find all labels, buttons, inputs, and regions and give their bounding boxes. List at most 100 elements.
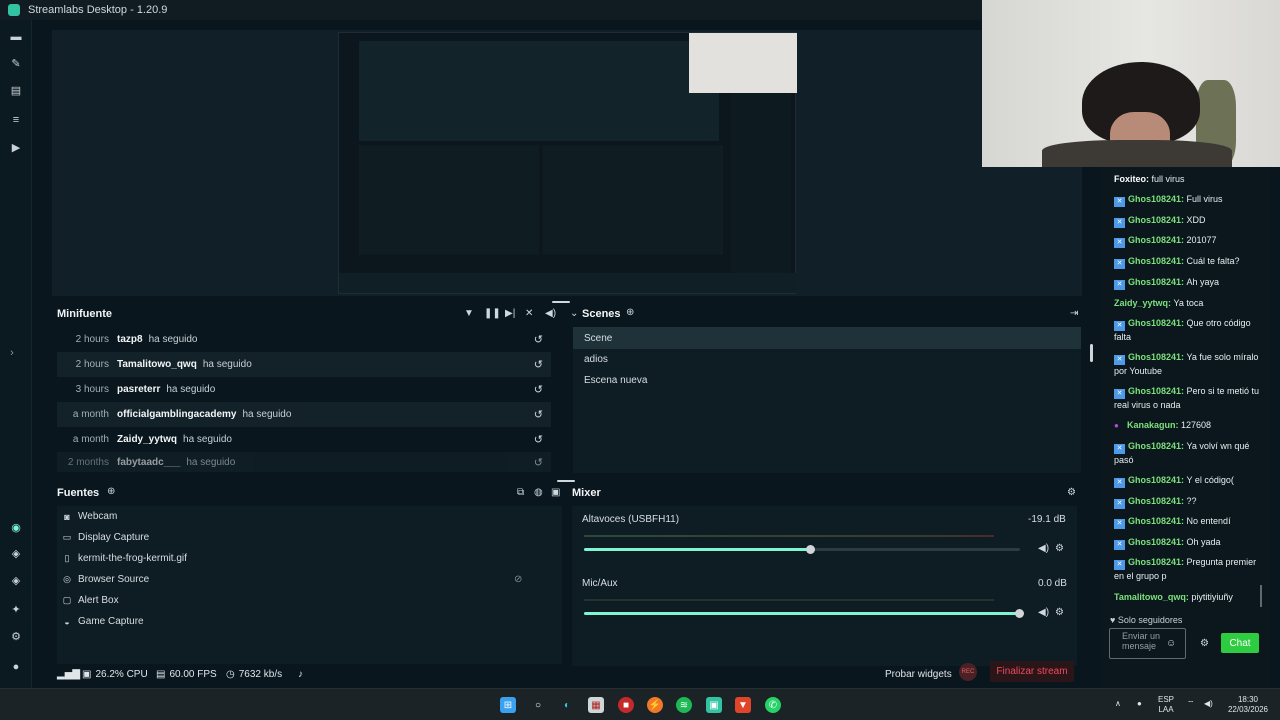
rec-button[interactable]: REC xyxy=(959,663,977,681)
mute-alerts-icon[interactable]: ✕ xyxy=(525,308,533,319)
play-icon[interactable]: ▶ xyxy=(9,141,23,155)
replay-icon[interactable]: ↺ xyxy=(534,358,543,371)
test-widgets-button[interactable]: Probar widgets xyxy=(885,669,952,680)
themes-icon[interactable]: ✎ xyxy=(9,57,23,71)
chat-username[interactable]: Ghos108241: xyxy=(1128,386,1187,396)
replay-icon[interactable]: ↺ xyxy=(534,433,543,446)
chat-send-button[interactable]: Chat xyxy=(1221,633,1259,653)
scene-transitions-icon[interactable]: ⇥ xyxy=(1070,308,1078,319)
folder-icon[interactable]: ▣ xyxy=(551,487,560,498)
speaker-icon[interactable]: ◀) xyxy=(1038,543,1049,554)
add-scene-icon[interactable]: ⊕ xyxy=(626,307,634,318)
emote-icon[interactable]: ☺ xyxy=(1166,638,1176,649)
scene-item[interactable]: adios xyxy=(573,348,1081,370)
user-icon[interactable]: ● xyxy=(9,660,23,674)
clock[interactable]: 18:30 22/03/2026 xyxy=(1226,695,1270,715)
chat-panel: Foxiteo: full virus ✕ Ghos108241: Full vir… xyxy=(1100,167,1270,690)
user-badge-icon: ✕ xyxy=(1114,519,1125,529)
channel-settings-icon[interactable]: ⚙ xyxy=(1055,607,1064,618)
chat-resize-handle[interactable] xyxy=(1090,344,1093,362)
snipping-tool-icon[interactable]: ▦ xyxy=(588,697,604,713)
scene-item[interactable]: Escena nueva xyxy=(573,369,1081,391)
mixer-panel: Mixer ⚙ Altavoces (USBFH11) -19.1 dB ◀) … xyxy=(570,482,1082,666)
chat-username[interactable]: Ghos108241: xyxy=(1128,194,1187,204)
replay-icon[interactable]: ↺ xyxy=(534,408,543,421)
replay-icon[interactable]: ↺ xyxy=(534,383,543,396)
chat-username[interactable]: Ghos108241: xyxy=(1128,475,1187,485)
collapse-icon[interactable]: ⌄ xyxy=(570,308,578,319)
chat-settings-icon[interactable]: ⚙ xyxy=(1200,638,1209,649)
app-orange-icon[interactable]: ⚡ xyxy=(647,697,663,713)
volume-icon[interactable]: ◀) xyxy=(545,308,556,319)
wifi-icon[interactable]: ⌔ xyxy=(1187,699,1195,709)
spotify-icon[interactable]: ≋ xyxy=(676,697,692,713)
source-item[interactable]: ◒ Game Capture xyxy=(62,611,143,632)
skip-icon[interactable]: ▶| xyxy=(505,308,515,319)
app-icon-1[interactable]: ◉ xyxy=(9,521,23,535)
channel-settings-icon[interactable]: ⚙ xyxy=(1055,543,1064,554)
language-indicator[interactable]: ESP LAA xyxy=(1158,695,1174,715)
layers-icon[interactable]: ≡ xyxy=(9,113,23,127)
chat-text: Ah yaya xyxy=(1186,277,1220,287)
volume-tray-icon[interactable]: ◀) xyxy=(1204,699,1213,709)
end-stream-button[interactable]: Finalizar stream xyxy=(990,661,1074,682)
editor-icon[interactable]: ▬ xyxy=(9,30,23,44)
notification-bell-icon[interactable]: ♪ xyxy=(298,669,303,680)
chat-message: ✕ Ghos108241: No entendí xyxy=(1114,515,1260,529)
chat-username[interactable]: Tamalitowo_qwq: xyxy=(1114,592,1191,602)
chat-scrollbar[interactable] xyxy=(1260,585,1262,607)
windows-start-icon[interactable]: ⊞ xyxy=(500,697,516,713)
source-item[interactable]: ▭ Display Capture xyxy=(62,527,149,548)
volume-slider[interactable] xyxy=(584,609,1024,618)
chat-username[interactable]: Ghos108241: xyxy=(1128,557,1187,567)
app-icon-2[interactable]: ◈ xyxy=(9,547,23,561)
source-item[interactable]: ▢ Alert Box xyxy=(62,590,119,611)
resize-handle[interactable] xyxy=(552,301,570,303)
chat-username[interactable]: Ghos108241: xyxy=(1128,441,1187,451)
group-icon[interactable]: ⧉ xyxy=(517,487,524,498)
chat-username[interactable]: Ghos108241: xyxy=(1128,318,1187,328)
chat-username[interactable]: Ghos108241: xyxy=(1128,537,1187,547)
volume-slider[interactable] xyxy=(584,545,1020,554)
settings-icon[interactable]: ⚙ xyxy=(9,630,23,644)
mixer-settings-icon[interactable]: ⚙ xyxy=(1067,487,1076,498)
replay-icon[interactable]: ↺ xyxy=(534,333,543,346)
stream-preview[interactable] xyxy=(52,30,1082,296)
add-source-icon[interactable]: ⊕ xyxy=(107,486,115,497)
chat-username[interactable]: Foxiteo: xyxy=(1114,174,1152,184)
replay-icon[interactable]: ↺ xyxy=(534,456,543,469)
chat-username[interactable]: Ghos108241: xyxy=(1128,496,1187,506)
chat-username[interactable]: Ghos108241: xyxy=(1128,277,1187,287)
fps-stat: ▤ 60.00 FPS xyxy=(156,668,217,680)
sparkle-icon[interactable]: ✦ xyxy=(9,603,23,617)
search-icon[interactable]: ○ xyxy=(530,697,546,713)
app-icon-3[interactable]: ◈ xyxy=(9,574,23,588)
source-item[interactable]: ◙ Webcam xyxy=(62,506,117,527)
expand-nav-icon[interactable]: › xyxy=(5,346,19,360)
scene-item[interactable]: Scene xyxy=(573,327,1081,349)
chat-username[interactable]: Ghos108241: xyxy=(1128,215,1187,225)
user-badge-icon: ✕ xyxy=(1114,478,1125,488)
tray-chevron-icon[interactable]: ∧ xyxy=(1115,699,1121,709)
filter-icon[interactable]: ▼ xyxy=(464,308,474,319)
streamlabs-taskbar-icon[interactable]: ▣ xyxy=(706,697,722,713)
speaker-icon[interactable]: ◀) xyxy=(1038,607,1049,618)
source-settings-icon[interactable]: ◍ xyxy=(534,487,543,498)
pause-icon[interactable]: ❚❚ xyxy=(484,308,501,319)
whatsapp-icon[interactable]: ✆ xyxy=(765,697,781,713)
chat-username[interactable]: Zaidy_yytwq: xyxy=(1114,298,1174,308)
hidden-eye-icon[interactable]: ⊘ xyxy=(514,574,522,585)
chat-username[interactable]: Ghos108241: xyxy=(1128,235,1187,245)
source-item[interactable]: ◎ Browser Source xyxy=(62,569,149,590)
chat-username[interactable]: Ghos108241: xyxy=(1128,352,1187,362)
source-item[interactable]: ▯ kermit-the-frog-kermit.gif xyxy=(62,548,187,569)
store-icon[interactable]: ▤ xyxy=(9,84,23,98)
recorder-icon[interactable]: ■ xyxy=(618,697,634,713)
mic-tray-icon[interactable]: ● xyxy=(1137,699,1142,709)
edge-icon[interactable]: ◐ xyxy=(559,697,575,713)
stats-chart-icon[interactable]: ▂▅▇ xyxy=(57,669,80,680)
chat-username[interactable]: Ghos108241: xyxy=(1128,516,1187,526)
chat-username[interactable]: Kanakagun: xyxy=(1127,420,1181,430)
chat-username[interactable]: Ghos108241: xyxy=(1128,256,1187,266)
brave-icon[interactable]: ▼ xyxy=(735,697,751,713)
